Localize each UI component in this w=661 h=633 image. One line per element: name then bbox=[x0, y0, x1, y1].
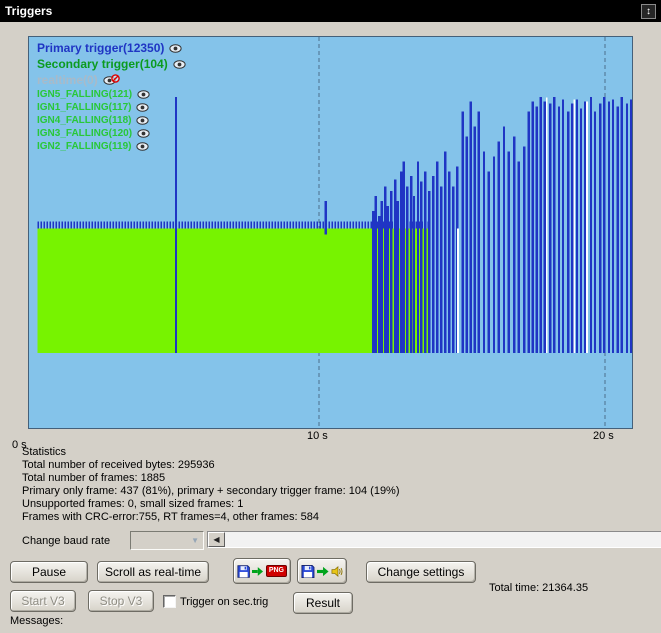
legend-label: IGN1_FALLING(117) bbox=[37, 102, 131, 113]
legend-item-5[interactable]: IGN1_FALLING(117) bbox=[37, 101, 189, 114]
start-v3-button[interactable]: Start V3 bbox=[10, 590, 76, 612]
legend-item-8[interactable]: IGN2_FALLING(119) bbox=[37, 140, 189, 153]
legend-label: Secondary trigger(104) bbox=[37, 57, 168, 71]
save-audio-button[interactable] bbox=[297, 558, 347, 584]
scroll-realtime-button[interactable]: Scroll as real-time bbox=[97, 561, 209, 583]
trigger-sec-checkbox[interactable] bbox=[163, 595, 176, 608]
scroll-left-button[interactable]: ◀ bbox=[208, 532, 225, 547]
statistics-title: Statistics bbox=[22, 446, 400, 459]
window-title: Triggers bbox=[5, 4, 641, 18]
eye-icon[interactable] bbox=[137, 128, 153, 139]
eye-blocked-icon[interactable] bbox=[103, 74, 121, 86]
legend-item-4[interactable]: IGN5_FALLING(121) bbox=[37, 88, 189, 101]
trigger-timeline-chart[interactable]: Primary trigger(12350) Secondary trigger(… bbox=[28, 36, 633, 429]
statistics-line: Total number of frames: 1885 bbox=[22, 472, 400, 485]
statistics-line: Total number of received bytes: 295936 bbox=[22, 459, 400, 472]
scrollbar-track[interactable] bbox=[225, 532, 661, 547]
titlebar-resize-button[interactable]: ↕ bbox=[641, 4, 656, 19]
legend-item-1[interactable]: Primary trigger(12350) bbox=[37, 40, 189, 56]
eye-icon[interactable] bbox=[136, 102, 152, 113]
change-settings-button[interactable]: Change settings bbox=[366, 561, 476, 583]
legend-item-3[interactable]: realtime(0) bbox=[37, 72, 189, 88]
eye-icon[interactable] bbox=[136, 141, 152, 152]
legend-label: IGN5_FALLING(121) bbox=[37, 89, 132, 100]
legend-item-6[interactable]: IGN4_FALLING(118) bbox=[37, 114, 189, 127]
axis-label-20s: 20 s bbox=[593, 430, 614, 442]
floppy-disk-icon bbox=[301, 564, 315, 579]
floppy-disk-icon bbox=[237, 564, 250, 579]
legend-label: realtime(0) bbox=[37, 73, 98, 87]
legend-label: IGN3_FALLING(120) bbox=[37, 128, 132, 139]
eye-icon[interactable] bbox=[169, 43, 185, 54]
baud-rate-select[interactable]: ▼ bbox=[130, 531, 204, 550]
legend-item-2[interactable]: Secondary trigger(104) bbox=[37, 56, 189, 72]
legend-label: Primary trigger(12350) bbox=[37, 41, 164, 55]
chart-legend: Primary trigger(12350) Secondary trigger(… bbox=[37, 40, 189, 153]
left-arrow-icon: ◀ bbox=[213, 535, 219, 544]
speaker-icon bbox=[331, 565, 343, 578]
result-button[interactable]: Result bbox=[293, 592, 353, 614]
eye-icon[interactable] bbox=[137, 89, 153, 100]
legend-label: IGN2_FALLING(119) bbox=[37, 141, 131, 152]
stop-v3-button[interactable]: Stop V3 bbox=[88, 590, 154, 612]
baud-rate-label: Change baud rate bbox=[22, 535, 110, 547]
messages-label: Messages: bbox=[10, 615, 63, 627]
horizontal-scrollbar[interactable]: ◀ bbox=[207, 531, 661, 548]
pause-button[interactable]: Pause bbox=[10, 561, 88, 583]
png-badge: PNG bbox=[266, 565, 287, 577]
total-time-label: Total time: 21364.35 bbox=[489, 582, 588, 594]
legend-item-7[interactable]: IGN3_FALLING(120) bbox=[37, 127, 189, 140]
trigger-sec-label: Trigger on sec.trig bbox=[180, 596, 268, 608]
statistics-line: Primary only frame: 437 (81%), primary +… bbox=[22, 485, 400, 498]
green-arrow-icon bbox=[317, 566, 329, 577]
eye-icon[interactable] bbox=[136, 115, 152, 126]
statistics-line: Unsupported frames: 0, small sized frame… bbox=[22, 498, 400, 511]
save-png-button[interactable]: PNG bbox=[233, 558, 291, 584]
statistics-line: Frames with CRC-error:755, RT frames=4, … bbox=[22, 511, 400, 524]
chevron-down-icon: ▼ bbox=[191, 536, 199, 545]
legend-label: IGN4_FALLING(118) bbox=[37, 115, 131, 126]
statistics-block: Statistics Total number of received byte… bbox=[22, 446, 400, 524]
eye-icon[interactable] bbox=[173, 59, 189, 70]
axis-label-10s: 10 s bbox=[307, 430, 328, 442]
title-bar[interactable]: Triggers ↕ bbox=[0, 0, 661, 22]
green-arrow-icon bbox=[252, 566, 264, 577]
